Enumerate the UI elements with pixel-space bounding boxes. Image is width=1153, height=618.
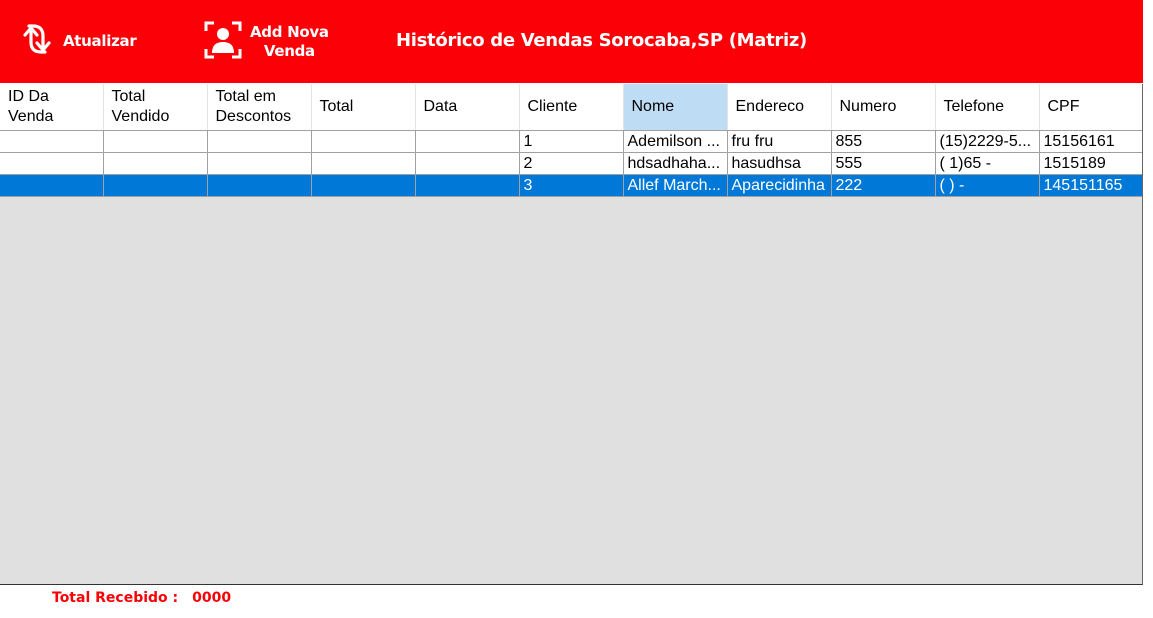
cell-total-descontos[interactable] <box>207 130 312 153</box>
column-header-total-descontos[interactable]: Total em Descontos <box>207 84 312 131</box>
column-header-id-venda[interactable]: ID Da Venda <box>0 84 104 131</box>
header-line: Descontos <box>215 108 292 125</box>
cell-cliente[interactable]: 3 <box>519 174 624 197</box>
header-line: Cliente <box>527 98 578 115</box>
cell-total[interactable] <box>311 130 416 153</box>
column-header-data[interactable]: Data <box>415 84 520 131</box>
refresh-label: Atualizar <box>63 32 137 50</box>
total-received-value: 0000 <box>192 590 232 606</box>
sales-grid[interactable]: ID Da Venda Total Vendido Total em Desconto… <box>0 84 1143 585</box>
column-header-endereco[interactable]: Endereco <box>727 84 832 131</box>
refresh-button[interactable]: Atualizar <box>17 18 137 64</box>
total-received-label: Total Recebido : <box>52 590 179 606</box>
header-line: Total em <box>215 88 276 105</box>
column-header-cpf[interactable]: CPF <box>1039 84 1142 131</box>
header-line: Nome <box>631 98 675 115</box>
cell-cpf[interactable]: 145151165 <box>1039 174 1142 197</box>
cell-total[interactable] <box>311 174 416 197</box>
header-line: Endereco <box>735 98 805 115</box>
cell-numero[interactable]: 222 <box>831 174 936 197</box>
cell-telefone[interactable]: ( ) - <box>935 174 1040 197</box>
cell-total-vendido[interactable] <box>103 174 208 197</box>
table-row[interactable]: 1 Ademilson ... fru fru 855 (15)2229-5..… <box>0 130 1142 153</box>
header-line: Total <box>111 88 146 105</box>
header-line: CPF <box>1047 98 1080 115</box>
header-line: Venda <box>8 108 54 125</box>
header-line: Numero <box>839 98 897 115</box>
cell-nome[interactable]: hdsadhaha... <box>623 152 728 175</box>
cell-data[interactable] <box>415 174 520 197</box>
cell-nome[interactable]: Ademilson ... <box>623 130 728 153</box>
cell-cpf[interactable]: 15156161 <box>1039 130 1142 153</box>
cell-nome[interactable]: Allef March... <box>623 174 728 197</box>
table-row-selected[interactable]: 3 Allef March... Aparecidinha 222 ( ) - … <box>0 174 1142 197</box>
table-header-row: ID Da Venda Total Vendido Total em Desconto… <box>0 84 1142 131</box>
cell-data[interactable] <box>415 152 520 175</box>
cell-endereco[interactable]: fru fru <box>727 130 832 153</box>
column-header-nome[interactable]: Nome <box>623 84 728 131</box>
add-sale-label-line1: Add Nova <box>250 23 329 41</box>
refresh-icon <box>17 18 57 64</box>
cell-total-vendido[interactable] <box>103 152 208 175</box>
cell-id-venda[interactable] <box>0 174 104 197</box>
total-received: Total Recebido : 0000 <box>52 590 231 606</box>
column-header-telefone[interactable]: Telefone <box>935 84 1040 131</box>
add-sale-label: Add Nova Venda <box>250 23 329 61</box>
cell-data[interactable] <box>415 130 520 153</box>
cell-telefone[interactable]: ( 1)65 - <box>935 152 1040 175</box>
column-header-cliente[interactable]: Cliente <box>519 84 624 131</box>
cell-id-venda[interactable] <box>0 152 104 175</box>
cell-telefone[interactable]: (15)2229-5... <box>935 130 1040 153</box>
sales-table: ID Da Venda Total Vendido Total em Desconto… <box>0 84 1142 197</box>
add-sale-label-line2: Venda <box>263 42 315 60</box>
header-line: Vendido <box>111 108 170 125</box>
header-line: ID Da <box>8 88 49 105</box>
header-bar: Atualizar Add Nova Venda Histórico de Ve… <box>0 0 1143 83</box>
column-header-total[interactable]: Total <box>311 84 416 131</box>
cell-numero[interactable]: 855 <box>831 130 936 153</box>
add-sale-button[interactable]: Add Nova Venda <box>204 21 329 63</box>
cell-cpf[interactable]: 1515189 <box>1039 152 1142 175</box>
column-header-total-vendido[interactable]: Total Vendido <box>103 84 208 131</box>
column-header-numero[interactable]: Numero <box>831 84 936 131</box>
cell-cliente[interactable]: 2 <box>519 152 624 175</box>
cell-cliente[interactable]: 1 <box>519 130 624 153</box>
cell-endereco[interactable]: Aparecidinha <box>727 174 832 197</box>
header-line: Total <box>319 98 354 115</box>
header-line: Telefone <box>943 98 1005 115</box>
table-row[interactable]: 2 hdsadhaha... hasudhsa 555 ( 1)65 - 151… <box>0 152 1142 175</box>
add-user-icon <box>204 21 242 63</box>
page-title: Histórico de Vendas Sorocaba,SP (Matriz) <box>396 30 807 51</box>
cell-total-descontos[interactable] <box>207 152 312 175</box>
cell-numero[interactable]: 555 <box>831 152 936 175</box>
cell-total-descontos[interactable] <box>207 174 312 197</box>
cell-id-venda[interactable] <box>0 130 104 153</box>
cell-total[interactable] <box>311 152 416 175</box>
cell-total-vendido[interactable] <box>103 130 208 153</box>
header-line: Data <box>423 98 458 115</box>
cell-endereco[interactable]: hasudhsa <box>727 152 832 175</box>
